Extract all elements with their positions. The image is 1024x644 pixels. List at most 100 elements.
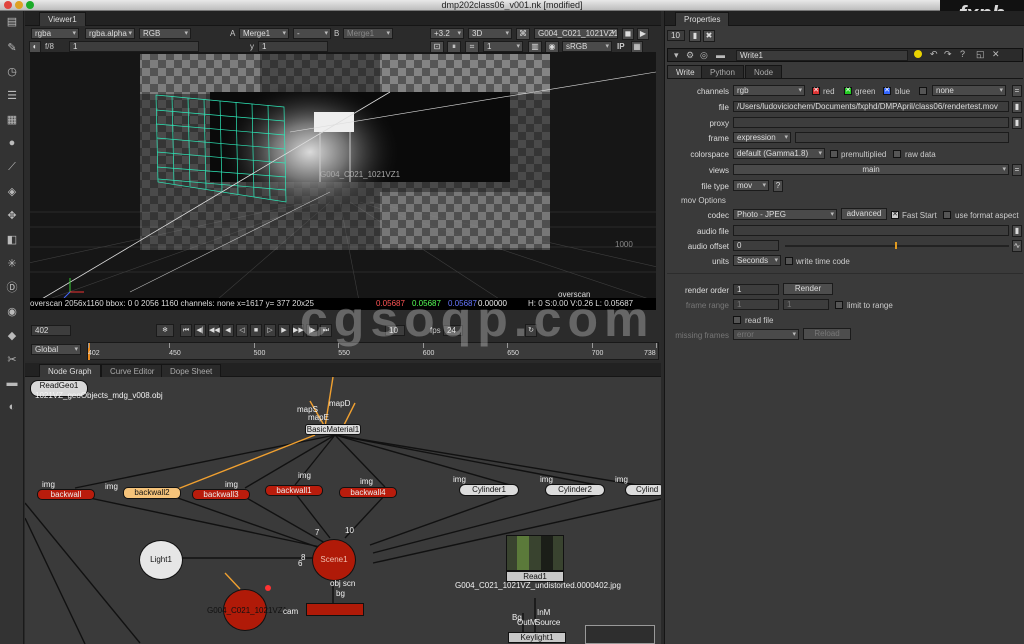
views-select[interactable]: main xyxy=(733,164,1009,175)
proxy-path-field[interactable] xyxy=(733,117,1009,128)
float-icon[interactable]: ◱ xyxy=(976,49,985,60)
help-icon[interactable]: ? xyxy=(960,49,965,59)
viewer-canvas[interactable]: G004_C021_1021VZ1 1000 overscan xyxy=(30,52,656,306)
read-file-checkbox[interactable] xyxy=(733,316,741,324)
node-backwall4[interactable]: backwall4 xyxy=(339,487,397,498)
transform-icon[interactable]: ✥ xyxy=(3,207,21,223)
tab-properties[interactable]: Properties xyxy=(675,12,730,26)
bar-icon[interactable]: ▬ xyxy=(716,50,725,60)
b-input-dropdown[interactable]: Merge1 xyxy=(343,28,393,39)
first-frame-button[interactable]: ⏮ xyxy=(180,324,192,337)
tab-write[interactable]: Write xyxy=(667,65,704,78)
frame-expression-field[interactable] xyxy=(795,132,1009,143)
stop-button[interactable]: ■ xyxy=(250,324,262,337)
tab-node[interactable]: Node xyxy=(745,65,783,78)
tab-viewer[interactable]: Viewer1 xyxy=(39,12,86,26)
metadata-icon[interactable]: ◆ xyxy=(3,327,21,343)
color-icon[interactable]: ▦ xyxy=(3,111,21,127)
camera-lock-icon[interactable]: ⌘ xyxy=(516,28,530,40)
tab-python[interactable]: Python xyxy=(701,65,744,78)
render-order-field[interactable]: 1 xyxy=(733,284,779,295)
premultiplied-checkbox[interactable] xyxy=(830,150,838,158)
3d-icon[interactable]: ◧ xyxy=(3,231,21,247)
raw-data-checkbox[interactable] xyxy=(893,150,901,158)
node-name-field[interactable]: Write1 xyxy=(736,50,908,61)
node-cylinder2[interactable]: Cylinder2 xyxy=(545,484,605,496)
image-icon[interactable]: ▤ xyxy=(3,13,21,29)
file-type-select[interactable]: mov xyxy=(733,180,769,191)
views-menu-icon[interactable]: = xyxy=(1012,164,1022,176)
range-dropdown[interactable]: Global xyxy=(31,344,81,355)
particles-icon[interactable]: ✳ xyxy=(3,255,21,271)
node-backwall3[interactable]: backwall3 xyxy=(192,489,250,500)
file-browse-icon[interactable]: ▮ xyxy=(1012,101,1022,113)
node-read-thumbnail[interactable] xyxy=(506,535,564,571)
use-format-aspect-checkbox[interactable] xyxy=(943,211,951,219)
alpha-channel-select[interactable]: none xyxy=(932,85,1006,96)
other-icon[interactable]: ▬ xyxy=(3,375,21,391)
node-scanline-render[interactable] xyxy=(306,603,364,616)
curve-icon[interactable]: ∿ xyxy=(1012,240,1022,252)
render-button[interactable]: Render xyxy=(783,283,833,295)
snowflake-icon[interactable]: ❄ xyxy=(156,324,174,337)
camera-dropdown[interactable]: G004_C021_1021VZ1 xyxy=(534,28,618,39)
audio-browse-icon[interactable]: ▮ xyxy=(1012,225,1022,237)
node-cylinder3[interactable]: Cylind xyxy=(625,484,661,496)
gl-icon[interactable]: ◼ xyxy=(622,28,634,40)
frame-mode-select[interactable]: expression xyxy=(733,132,791,143)
merge-icon[interactable]: ◈ xyxy=(3,183,21,199)
green-checkbox[interactable]: ✕ xyxy=(844,87,852,95)
node-scene[interactable]: Scene1 xyxy=(312,539,356,581)
navigator-minimap[interactable] xyxy=(585,625,655,644)
undo-icon[interactable]: ↶ xyxy=(930,49,938,60)
lock-icon[interactable]: ▮ xyxy=(689,30,701,42)
close-all-icon[interactable]: ✖ xyxy=(703,30,715,42)
fast-start-checkbox[interactable]: ✕ xyxy=(891,211,899,219)
audio-offset-handle[interactable] xyxy=(895,242,897,249)
prev-key-button[interactable]: ◀| xyxy=(194,324,206,337)
alpha-checkbox[interactable] xyxy=(919,87,927,95)
proxy-dropdown[interactable]: 1 xyxy=(483,41,523,52)
gain-dropdown[interactable]: +3.2 xyxy=(430,28,464,39)
operation-dropdown[interactable]: - xyxy=(293,28,331,39)
node-backwall1[interactable]: backwall1 xyxy=(265,485,323,496)
audio-offset-field[interactable]: 0 xyxy=(733,240,779,251)
alpha-menu-icon[interactable]: = xyxy=(1012,85,1022,97)
reload-button[interactable]: Reload xyxy=(803,328,851,340)
filter-icon[interactable]: ● xyxy=(3,135,21,151)
proxy-browse-icon[interactable]: ▮ xyxy=(1012,117,1022,129)
units-select[interactable]: Seconds xyxy=(733,255,781,266)
red-checkbox[interactable]: ✕ xyxy=(812,87,820,95)
views-icon[interactable]: ◉ xyxy=(3,303,21,319)
keyer-icon[interactable]: ⟋ xyxy=(3,159,21,175)
node-basic-material[interactable]: BasicMaterial1 xyxy=(305,424,361,435)
toolsets-icon[interactable]: ✂ xyxy=(3,351,21,367)
prev-frame-button[interactable]: ◀ xyxy=(222,324,234,337)
gamma-field[interactable]: 1 xyxy=(258,41,328,52)
lut-dropdown[interactable]: sRGB xyxy=(562,41,612,52)
max-panels-field[interactable]: 10 xyxy=(667,30,685,41)
channels-dropdown[interactable]: rgba xyxy=(31,28,79,39)
redo-icon[interactable]: ↷ xyxy=(944,49,952,60)
node-backwall[interactable]: backwall xyxy=(37,489,95,500)
audio-file-field[interactable] xyxy=(733,225,1009,236)
time-icon[interactable]: ◷ xyxy=(3,63,21,79)
paint-icon[interactable]: ✎ xyxy=(3,39,21,55)
missing-frames-select[interactable]: error xyxy=(733,329,799,340)
channels-select[interactable]: rgb xyxy=(733,85,805,96)
blue-checkbox[interactable]: ✕ xyxy=(883,87,891,95)
node-keylight[interactable]: Keylight1 xyxy=(508,632,566,643)
exposure-field[interactable]: 1 xyxy=(69,41,199,52)
file-path-field[interactable]: /Users/ludoviciochem/Documents/fxphd/DMP… xyxy=(733,101,1009,112)
next-frame-button[interactable]: ▶ xyxy=(278,324,290,337)
colorspace-select[interactable]: default (Gamma1.8) xyxy=(733,148,825,159)
view-mode-dropdown[interactable]: 3D xyxy=(468,28,512,39)
file-type-help-button[interactable]: ? xyxy=(773,180,783,192)
alpha-dropdown[interactable]: rgba.alpha xyxy=(85,28,135,39)
node-graph-panel[interactable]: Node Graph Curve Editor Dope Sheet ReadG… xyxy=(25,363,661,644)
eye-icon[interactable]: ◎ xyxy=(700,50,708,61)
write-time-code-checkbox[interactable] xyxy=(785,257,793,265)
play-forward-button[interactable]: ▷ xyxy=(264,324,276,337)
display-dropdown[interactable]: RGB xyxy=(139,28,191,39)
prev-increment-button[interactable]: ◀◀ xyxy=(208,324,220,337)
